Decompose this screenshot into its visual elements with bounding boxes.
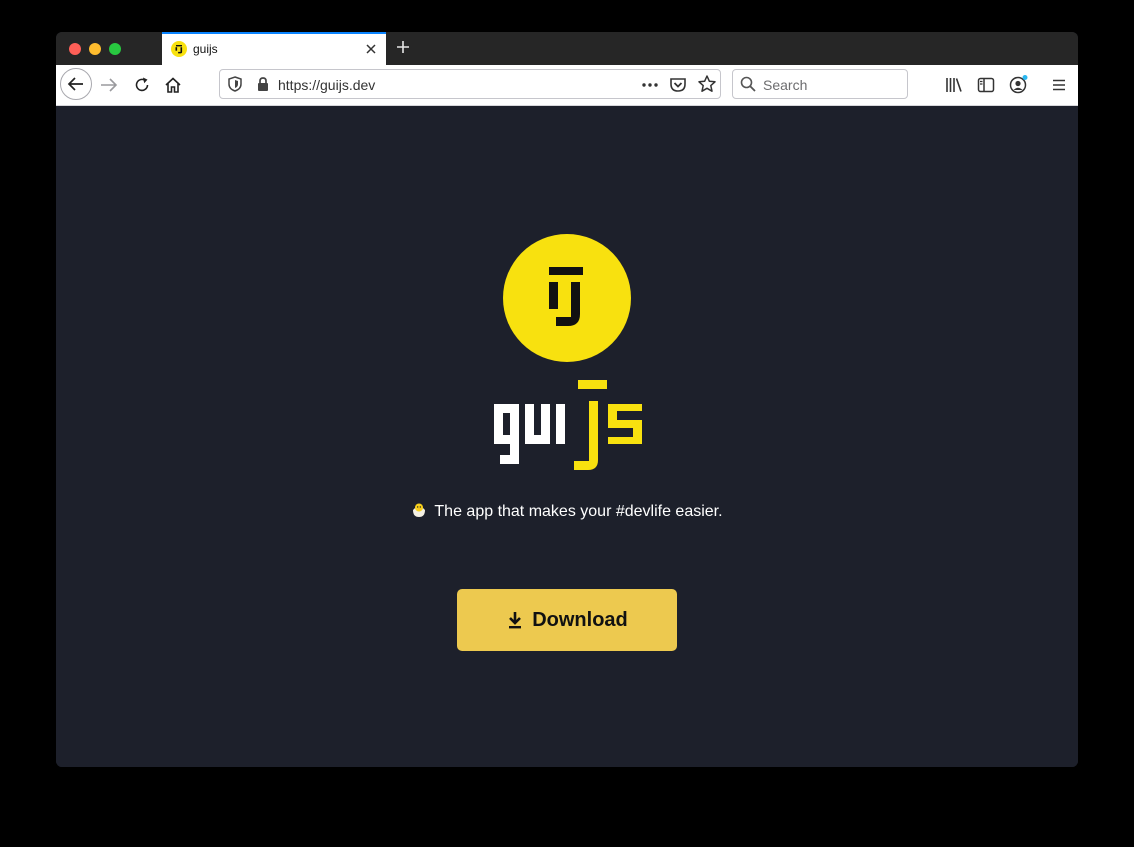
tab-bar: guijs [56, 32, 1078, 65]
navigation-bar: https://guijs.dev Search [56, 65, 1078, 106]
logo-face-icon [549, 267, 583, 326]
search-placeholder: Search [763, 77, 808, 93]
search-icon [739, 75, 759, 95]
star-icon[interactable] [697, 74, 717, 94]
minimize-window-button[interactable] [89, 43, 101, 55]
more-icon[interactable] [640, 75, 660, 95]
back-arrow-icon [67, 77, 83, 91]
library-icon[interactable] [944, 75, 964, 95]
plus-icon[interactable] [395, 39, 411, 55]
url-text: https://guijs.dev [278, 77, 376, 93]
logo-circle [503, 234, 631, 362]
download-icon [509, 612, 522, 629]
reload-icon[interactable] [132, 75, 152, 95]
sidebar-icon[interactable] [976, 75, 996, 95]
pocket-icon[interactable] [668, 75, 688, 95]
shield-icon[interactable] [226, 75, 246, 95]
close-icon[interactable] [364, 42, 378, 56]
close-window-button[interactable] [69, 43, 81, 55]
browser-window: guijs https://guijs.dev Search The app t… [56, 32, 1078, 767]
menu-icon[interactable] [1049, 75, 1069, 95]
home-icon[interactable] [163, 75, 183, 95]
back-button[interactable] [60, 68, 92, 100]
chick-emoji-icon [411, 502, 427, 518]
favicon-icon [171, 41, 187, 57]
account-icon[interactable] [1008, 75, 1028, 95]
tab-guijs[interactable]: guijs [162, 32, 386, 65]
maximize-window-button[interactable] [109, 43, 121, 55]
tab-title: guijs [193, 42, 218, 56]
page-content: guijs [56, 106, 1078, 767]
download-button[interactable]: Download [457, 589, 677, 651]
lock-icon[interactable] [254, 75, 274, 95]
search-bar[interactable]: Search [732, 69, 908, 99]
url-bar[interactable]: https://guijs.dev [219, 69, 721, 99]
download-label: Download [532, 608, 628, 631]
tagline: The app that makes your #devlife easier. [56, 502, 1078, 521]
tagline-text: The app that makes your #devlife easier. [434, 503, 723, 520]
forward-arrow-icon[interactable] [99, 75, 119, 95]
logo-wordmark: guijs [484, 378, 650, 470]
